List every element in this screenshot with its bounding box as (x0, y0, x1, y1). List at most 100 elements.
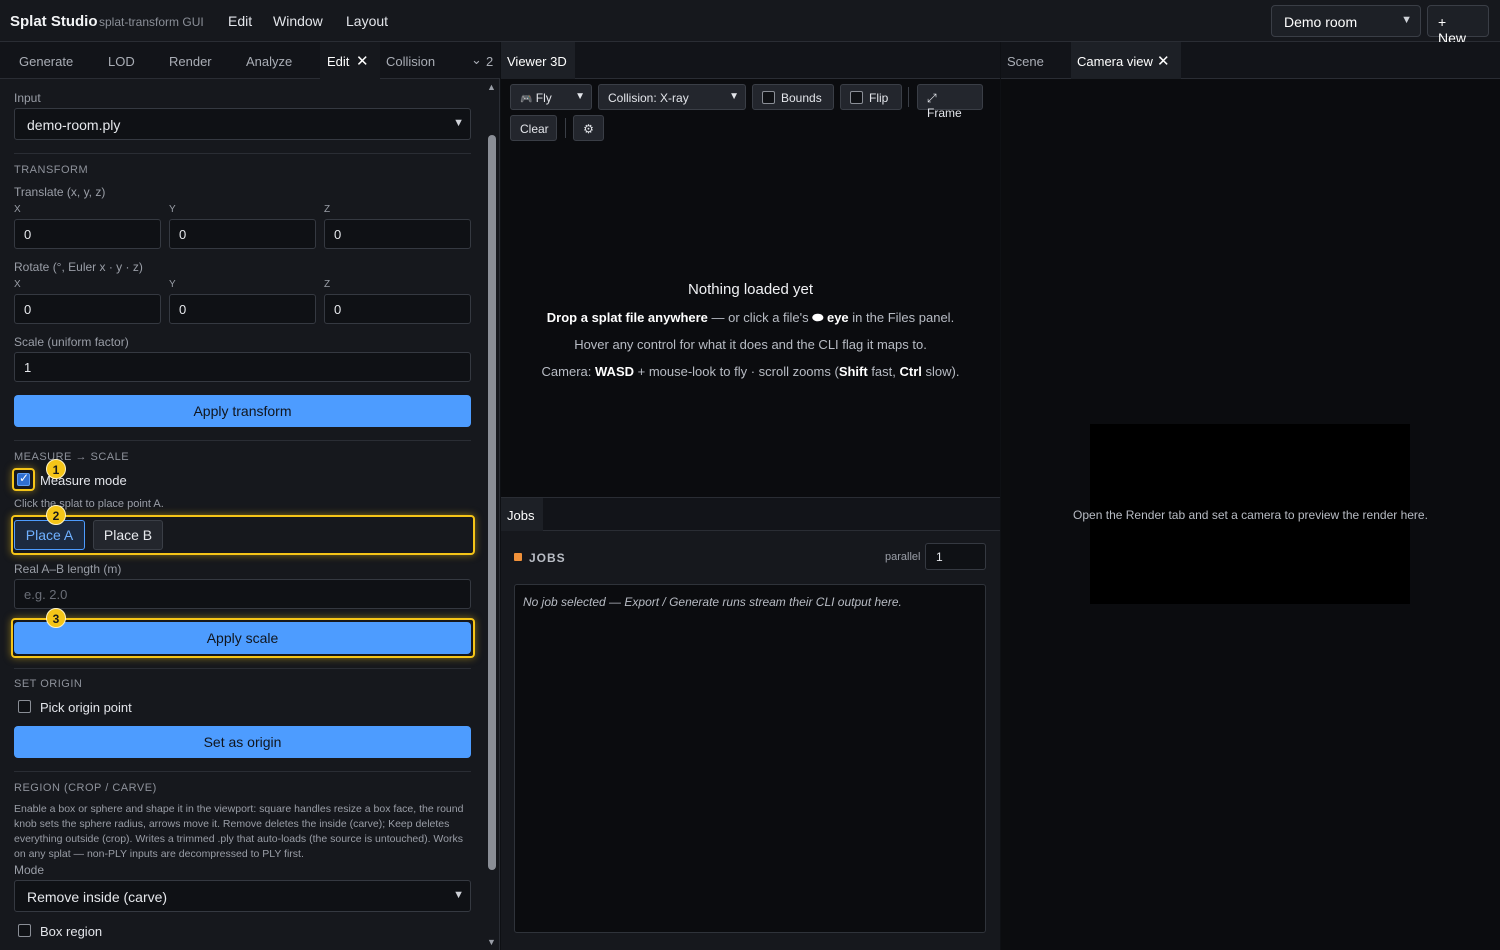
divider (14, 153, 471, 154)
top-bar: Splat Studio splat-transform GUI Edit Wi… (0, 0, 1500, 46)
chevron-down-icon: ▼ (453, 117, 464, 129)
jobs-output-log[interactable]: No job selected — Export / Generate runs… (514, 584, 986, 933)
viewer-panel: Viewer 3D 🎮 Fly ▼ Collision: X-ray ▼ Bou… (501, 42, 1000, 950)
drop-hint-bold: Drop a splat file anywhere (546, 310, 708, 325)
rotate-z-label: Z (324, 279, 331, 290)
tab-render[interactable]: Render (169, 54, 212, 69)
translate-y-input[interactable]: 0 (169, 219, 316, 249)
scrollbar-thumb[interactable] (488, 135, 496, 870)
settings-gear-icon[interactable]: ⚙ (573, 115, 604, 141)
pick-origin-label: Pick origin point (40, 700, 132, 715)
pick-origin-checkbox[interactable] (18, 700, 31, 713)
tab-lod[interactable]: LOD (108, 54, 135, 69)
set-origin-button[interactable]: Set as origin (14, 726, 471, 758)
rotate-label: Rotate (°, Euler x · y · z) (14, 260, 143, 274)
empty-state-line-1: Drop a splat file anywhere — or click a … (501, 310, 1000, 326)
viewer-3d-canvas[interactable]: 🎮 Fly ▼ Collision: X-ray ▼ Bounds Flip ⤢… (501, 79, 1000, 497)
translate-y-label: Y (169, 204, 176, 215)
clear-button[interactable]: Clear (510, 115, 557, 141)
origin-heading: SET ORIGIN (14, 678, 83, 690)
box-region-checkbox[interactable] (18, 924, 31, 937)
close-icon[interactable]: ✕ (356, 52, 369, 70)
parallel-input[interactable]: 1 (925, 543, 986, 570)
length-input[interactable]: e.g. 2.0 (14, 579, 471, 609)
translate-x-input[interactable]: 0 (14, 219, 161, 249)
input-file-select[interactable]: demo-room.ply ▼ (14, 108, 471, 140)
app-subtitle: splat-transform GUI (99, 15, 204, 29)
region-mode-value: Remove inside (carve) (27, 889, 168, 905)
drop-hint-end: in the Files panel. (848, 310, 955, 325)
chevron-down-icon[interactable]: ⌄ (471, 52, 482, 68)
tab-generate[interactable]: Generate (19, 54, 73, 69)
rotate-z-input[interactable]: 0 (324, 294, 471, 324)
bounds-toggle[interactable]: Bounds (752, 84, 834, 110)
tab-edit[interactable]: Edit (327, 54, 349, 69)
chevron-down-icon: ▼ (729, 91, 739, 102)
length-label: Real A–B length (m) (14, 562, 122, 576)
empty-state-line-2: Hover any control for what it does and t… (574, 337, 927, 352)
fly-mode-value: Fly (535, 91, 552, 105)
collision-mode-value: Collision: X-ray (608, 91, 689, 105)
step-badge-2: 2 (46, 505, 66, 525)
bounds-label: Bounds (781, 91, 822, 105)
camera-hint-a: Camera: (541, 364, 595, 379)
apply-scale-button[interactable]: Apply scale (14, 622, 471, 654)
preview-message: Open the Render tab and set a camera to … (1073, 508, 1428, 522)
jobs-heading: JOBS (529, 551, 566, 565)
new-room-button[interactable]: + New (1427, 5, 1489, 46)
measure-heading: MEASURE → SCALE (14, 451, 130, 463)
camera-hint-ctrl: Ctrl (899, 364, 922, 379)
collision-mode-select[interactable]: Collision: X-ray ▼ (598, 84, 746, 110)
flip-toggle[interactable]: Flip (840, 84, 902, 110)
menu-edit[interactable]: Edit (228, 13, 252, 29)
translate-z-input[interactable]: 0 (324, 219, 471, 249)
empty-state-line-3: Camera: WASD + mouse-look to fly · scrol… (501, 364, 1000, 379)
tab-overflow-count[interactable]: 2 (486, 54, 493, 69)
tab-jobs[interactable]: Jobs (501, 498, 543, 531)
chevron-down-icon: ▼ (1401, 14, 1412, 26)
tab-scene[interactable]: Scene (1007, 54, 1044, 69)
divider (14, 668, 471, 669)
chevron-down-icon: ▼ (453, 889, 464, 901)
close-icon[interactable]: ✕ (1157, 52, 1170, 70)
camera-hint-c: + mouse-look to fly · scroll zooms ( (634, 364, 839, 379)
step-badge-1: 1 (46, 459, 66, 479)
tab-camera-view[interactable]: Camera view (1077, 54, 1153, 69)
place-a-button[interactable]: Place A (14, 520, 85, 550)
gamepad-icon: 🎮 (520, 94, 533, 105)
room-select[interactable]: Demo room ▼ (1271, 5, 1421, 37)
region-mode-select[interactable]: Remove inside (carve) ▼ (14, 880, 471, 912)
measure-hint: Click the splat to place point A. (14, 498, 164, 510)
scroll-up-icon[interactable]: ▲ (487, 82, 496, 92)
divider (14, 771, 471, 772)
tab-viewer-3d[interactable]: Viewer 3D (501, 42, 575, 79)
drop-hint-text: — or click a file's (707, 310, 813, 325)
tab-collision[interactable]: Collision (386, 54, 435, 69)
camera-hint-wasd: WASD (595, 364, 634, 379)
app-title: Splat Studio (10, 13, 98, 30)
right-tab-bar: Scene Camera view ✕ (1001, 42, 1500, 79)
eye-hint-bold: eye (823, 310, 849, 325)
chevron-down-icon: ▼ (575, 91, 585, 102)
left-tab-bar: Generate LOD Render Analyze Edit ✕ Colli… (0, 42, 500, 79)
apply-transform-button[interactable]: Apply transform (14, 395, 471, 427)
rotate-x-input[interactable]: 0 (14, 294, 161, 324)
fly-mode-select[interactable]: 🎮 Fly ▼ (510, 84, 592, 110)
frame-button[interactable]: ⤢ Frame (917, 84, 983, 120)
rotate-y-input[interactable]: 0 (169, 294, 316, 324)
translate-z-label: Z (324, 204, 331, 215)
tab-analyze[interactable]: Analyze (246, 54, 292, 69)
place-b-button[interactable]: Place B (93, 520, 163, 550)
scale-input[interactable]: 1 (14, 352, 471, 382)
step-badge-3: 3 (46, 608, 66, 628)
input-file-value: demo-room.ply (27, 117, 121, 133)
measure-mode-checkbox[interactable] (17, 471, 30, 486)
menu-layout[interactable]: Layout (346, 13, 388, 29)
camera-view-panel: Scene Camera view ✕ Open the Render tab … (1001, 42, 1500, 950)
menu-window[interactable]: Window (273, 13, 323, 29)
rotate-y-label: Y (169, 279, 176, 290)
scroll-down-icon[interactable]: ▼ (487, 937, 496, 947)
flip-label: Flip (869, 91, 889, 105)
divider (14, 440, 471, 441)
jobs-status-dot (514, 553, 522, 561)
